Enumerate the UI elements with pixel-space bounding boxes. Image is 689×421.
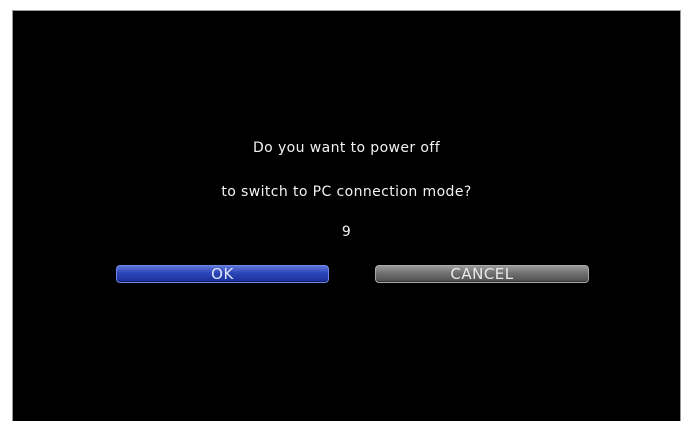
dialog-message-line-1: Do you want to power off [252,140,441,156]
window-frame: Do you want to power off to switch to PC… [0,0,689,421]
countdown-timer: 9 [341,224,352,240]
dialog-message-line-2: to switch to PC connection mode? [221,184,472,200]
ok-button[interactable]: OK [116,265,329,283]
device-screen: Do you want to power off to switch to PC… [12,10,681,421]
cancel-button[interactable]: CANCEL [375,265,589,283]
